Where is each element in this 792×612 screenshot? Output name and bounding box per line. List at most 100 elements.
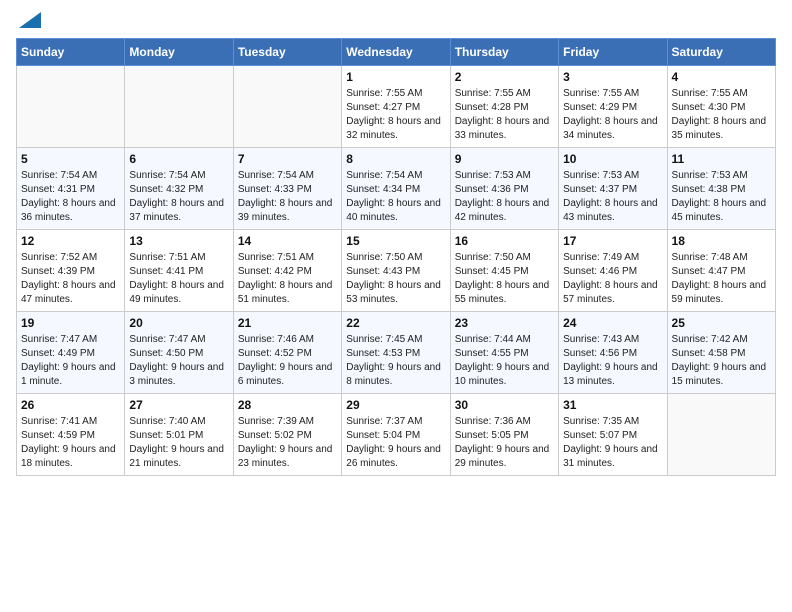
day-number: 25 (672, 316, 771, 330)
calendar-cell (233, 66, 341, 148)
day-info: Sunrise: 7:39 AM Sunset: 5:02 PM Dayligh… (238, 415, 337, 471)
day-info: Sunrise: 7:42 AM Sunset: 4:58 PM Dayligh… (672, 333, 771, 389)
calendar-cell: 21 Sunrise: 7:46 AM Sunset: 4:52 PM Dayli… (233, 312, 341, 394)
day-info: Sunrise: 7:43 AM Sunset: 4:56 PM Dayligh… (563, 333, 662, 389)
calendar-cell: 6Sunrise: 7:54 AM Sunset: 4:32 PM Daylig… (125, 148, 233, 230)
calendar-cell: 16Sunrise: 7:50 AM Sunset: 4:45 PM Dayli… (450, 230, 558, 312)
calendar-cell: 20 Sunrise: 7:47 AM Sunset: 4:50 PM Dayli… (125, 312, 233, 394)
day-number: 29 (346, 398, 445, 412)
day-number: 27 (129, 398, 228, 412)
day-number: 13 (129, 234, 228, 248)
weekday-header: Saturday (667, 39, 775, 66)
day-info: Sunrise: 7:49 AM Sunset: 4:46 PM Dayligh… (563, 251, 662, 307)
calendar-week-row: 5Sunrise: 7:54 AM Sunset: 4:31 PM Daylig… (17, 148, 776, 230)
day-info: Sunrise: 7:53 AM Sunset: 4:37 PM Dayligh… (563, 169, 662, 225)
calendar-cell: 15 Sunrise: 7:50 AM Sunset: 4:43 PM Dayli… (342, 230, 450, 312)
day-info: Sunrise: 7:45 AM Sunset: 4:53 PM Dayligh… (346, 333, 445, 389)
calendar-cell: 7 Sunrise: 7:54 AM Sunset: 4:33 PM Daylig… (233, 148, 341, 230)
calendar-cell: 9Sunrise: 7:53 AM Sunset: 4:36 PM Daylig… (450, 148, 558, 230)
day-info: Sunrise: 7:55 AM Sunset: 4:27 PM Dayligh… (346, 87, 445, 143)
weekday-header: Tuesday (233, 39, 341, 66)
day-info: Sunrise: 7:52 AM Sunset: 4:39 PM Dayligh… (21, 251, 120, 307)
calendar-cell: 29 Sunrise: 7:37 AM Sunset: 5:04 PM Dayli… (342, 394, 450, 476)
calendar-cell: 1 Sunrise: 7:55 AM Sunset: 4:27 PM Daylig… (342, 66, 450, 148)
day-info: Sunrise: 7:54 AM Sunset: 4:33 PM Dayligh… (238, 169, 337, 225)
day-info: Sunrise: 7:55 AM Sunset: 4:28 PM Dayligh… (455, 87, 554, 143)
day-number: 30 (455, 398, 554, 412)
day-info: Sunrise: 7:37 AM Sunset: 5:04 PM Dayligh… (346, 415, 445, 471)
day-info: Sunrise: 7:50 AM Sunset: 4:43 PM Dayligh… (346, 251, 445, 307)
calendar-cell: 2 Sunrise: 7:55 AM Sunset: 4:28 PM Daylig… (450, 66, 558, 148)
weekday-header: Thursday (450, 39, 558, 66)
day-info: Sunrise: 7:47 AM Sunset: 4:49 PM Dayligh… (21, 333, 120, 389)
day-number: 18 (672, 234, 771, 248)
calendar-cell: 3 Sunrise: 7:55 AM Sunset: 4:29 PM Daylig… (559, 66, 667, 148)
calendar-cell: 14Sunrise: 7:51 AM Sunset: 4:42 PM Dayli… (233, 230, 341, 312)
day-info: Sunrise: 7:47 AM Sunset: 4:50 PM Dayligh… (129, 333, 228, 389)
day-number: 8 (346, 152, 445, 166)
weekday-header: Friday (559, 39, 667, 66)
calendar-table: SundayMondayTuesdayWednesdayThursdayFrid… (16, 38, 776, 476)
day-number: 20 (129, 316, 228, 330)
day-number: 7 (238, 152, 337, 166)
day-number: 11 (672, 152, 771, 166)
calendar-cell: 13 Sunrise: 7:51 AM Sunset: 4:41 PM Dayli… (125, 230, 233, 312)
calendar-cell: 8 Sunrise: 7:54 AM Sunset: 4:34 PM Daylig… (342, 148, 450, 230)
calendar-cell: 24 Sunrise: 7:43 AM Sunset: 4:56 PM Dayli… (559, 312, 667, 394)
day-number: 10 (563, 152, 662, 166)
calendar-cell: 22 Sunrise: 7:45 AM Sunset: 4:53 PM Dayli… (342, 312, 450, 394)
logo (16, 16, 41, 28)
calendar-cell: 12Sunrise: 7:52 AM Sunset: 4:39 PM Dayli… (17, 230, 125, 312)
day-number: 2 (455, 70, 554, 84)
day-number: 19 (21, 316, 120, 330)
day-number: 22 (346, 316, 445, 330)
day-number: 3 (563, 70, 662, 84)
day-info: Sunrise: 7:48 AM Sunset: 4:47 PM Dayligh… (672, 251, 771, 307)
calendar-cell: 10 Sunrise: 7:53 AM Sunset: 4:37 PM Dayli… (559, 148, 667, 230)
calendar-week-row: 1 Sunrise: 7:55 AM Sunset: 4:27 PM Daylig… (17, 66, 776, 148)
calendar-cell: 5Sunrise: 7:54 AM Sunset: 4:31 PM Daylig… (17, 148, 125, 230)
day-number: 28 (238, 398, 337, 412)
day-number: 6 (129, 152, 228, 166)
day-number: 31 (563, 398, 662, 412)
logo-icon (19, 12, 41, 28)
day-info: Sunrise: 7:35 AM Sunset: 5:07 PM Dayligh… (563, 415, 662, 471)
day-info: Sunrise: 7:55 AM Sunset: 4:29 PM Dayligh… (563, 87, 662, 143)
day-info: Sunrise: 7:46 AM Sunset: 4:52 PM Dayligh… (238, 333, 337, 389)
calendar-cell: 28 Sunrise: 7:39 AM Sunset: 5:02 PM Dayli… (233, 394, 341, 476)
calendar-cell: 25 Sunrise: 7:42 AM Sunset: 4:58 PM Dayli… (667, 312, 775, 394)
day-info: Sunrise: 7:54 AM Sunset: 4:34 PM Dayligh… (346, 169, 445, 225)
calendar-week-row: 26Sunrise: 7:41 AM Sunset: 4:59 PM Dayli… (17, 394, 776, 476)
calendar-cell: 31 Sunrise: 7:35 AM Sunset: 5:07 PM Dayli… (559, 394, 667, 476)
day-number: 1 (346, 70, 445, 84)
day-number: 9 (455, 152, 554, 166)
calendar-cell: 17 Sunrise: 7:49 AM Sunset: 4:46 PM Dayli… (559, 230, 667, 312)
calendar-cell (125, 66, 233, 148)
day-number: 16 (455, 234, 554, 248)
calendar-cell: 27 Sunrise: 7:40 AM Sunset: 5:01 PM Dayli… (125, 394, 233, 476)
calendar-cell (17, 66, 125, 148)
day-info: Sunrise: 7:36 AM Sunset: 5:05 PM Dayligh… (455, 415, 554, 471)
calendar-week-row: 19 Sunrise: 7:47 AM Sunset: 4:49 PM Dayli… (17, 312, 776, 394)
calendar-cell: 4Sunrise: 7:55 AM Sunset: 4:30 PM Daylig… (667, 66, 775, 148)
calendar-cell: 23Sunrise: 7:44 AM Sunset: 4:55 PM Dayli… (450, 312, 558, 394)
day-info: Sunrise: 7:40 AM Sunset: 5:01 PM Dayligh… (129, 415, 228, 471)
calendar-cell: 26Sunrise: 7:41 AM Sunset: 4:59 PM Dayli… (17, 394, 125, 476)
day-number: 23 (455, 316, 554, 330)
day-info: Sunrise: 7:41 AM Sunset: 4:59 PM Dayligh… (21, 415, 120, 471)
weekday-header: Sunday (17, 39, 125, 66)
calendar-cell: 19 Sunrise: 7:47 AM Sunset: 4:49 PM Dayli… (17, 312, 125, 394)
calendar-cell: 11 Sunrise: 7:53 AM Sunset: 4:38 PM Dayli… (667, 148, 775, 230)
calendar-header-row: SundayMondayTuesdayWednesdayThursdayFrid… (17, 39, 776, 66)
day-info: Sunrise: 7:53 AM Sunset: 4:38 PM Dayligh… (672, 169, 771, 225)
day-number: 24 (563, 316, 662, 330)
day-number: 4 (672, 70, 771, 84)
day-number: 17 (563, 234, 662, 248)
day-number: 21 (238, 316, 337, 330)
calendar-cell: 18 Sunrise: 7:48 AM Sunset: 4:47 PM Dayli… (667, 230, 775, 312)
day-info: Sunrise: 7:51 AM Sunset: 4:41 PM Dayligh… (129, 251, 228, 307)
day-number: 15 (346, 234, 445, 248)
day-info: Sunrise: 7:54 AM Sunset: 4:31 PM Dayligh… (21, 169, 120, 225)
page-header (16, 16, 776, 28)
calendar-cell (667, 394, 775, 476)
